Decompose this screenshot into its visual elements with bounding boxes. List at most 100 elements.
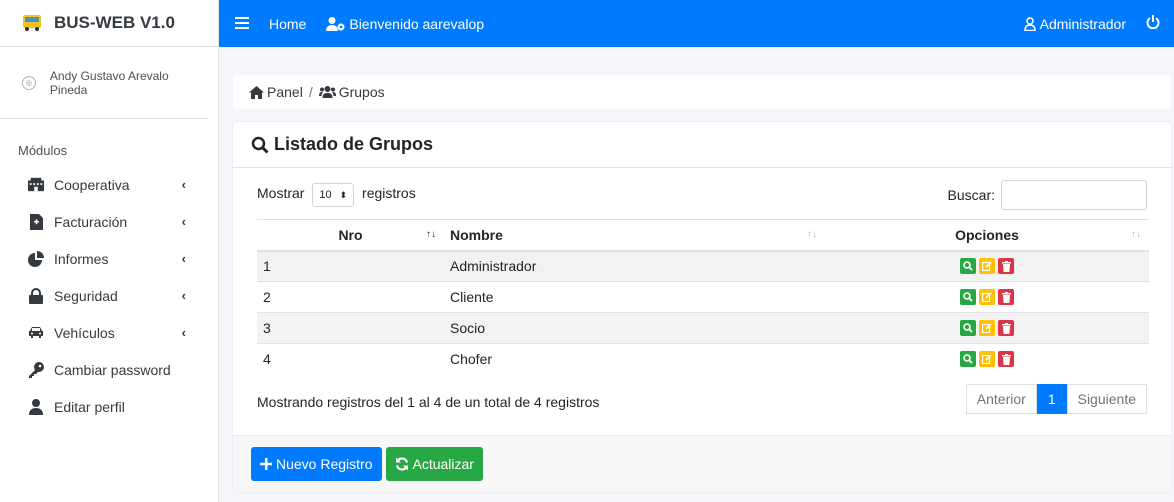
table-controls: Mostrar 10 ⬍ registros Buscar: — [257, 180, 1147, 210]
col-header-nombre[interactable]: Nombre ↑↓ — [444, 219, 825, 252]
card-title-label: Listado de Grupos — [274, 134, 434, 154]
topbar: Home Bienvenido aarevalop Administrador — [219, 0, 1174, 47]
card-footer: Nuevo Registro Actualizar — [233, 435, 1171, 492]
welcome-text: Bienvenido aarevalop — [326, 16, 484, 32]
edit-button[interactable] — [979, 351, 995, 368]
chevron-left-icon: ‹ — [181, 214, 186, 229]
edit-icon — [982, 323, 992, 333]
user-icon — [28, 398, 44, 415]
sidebar-item-cooperativa[interactable]: Cooperativa ‹ — [0, 166, 218, 203]
cell-nro: 1 — [257, 250, 444, 282]
users-cog-icon — [326, 16, 345, 31]
user-outline-icon — [1023, 16, 1036, 31]
chevron-left-icon: ‹ — [181, 177, 186, 192]
table-row: 2 Cliente — [257, 281, 1149, 313]
sidebar-item-cambiar-password[interactable]: Cambiar password — [0, 351, 218, 388]
col-header-label: Opciones — [955, 226, 1019, 243]
search-icon — [963, 323, 973, 333]
delete-button[interactable] — [998, 289, 1014, 305]
chevron-left-icon: ‹ — [181, 251, 186, 266]
view-button[interactable] — [960, 320, 976, 336]
edit-button[interactable] — [979, 258, 995, 275]
prev-page-button[interactable]: Anterior — [965, 384, 1037, 414]
search-input[interactable] — [1001, 180, 1147, 210]
trash-icon — [1001, 353, 1011, 365]
view-button[interactable] — [960, 258, 976, 275]
admin-menu[interactable]: Administrador — [1023, 15, 1126, 32]
sort-asc-icon: ↑↓ — [426, 229, 436, 240]
edit-icon — [982, 292, 992, 302]
sidebar-item-label: Cambiar password — [54, 361, 171, 378]
search-control: Buscar: — [948, 180, 1147, 210]
user-panel[interactable]: ◎ Andy Gustavo Arevalo Pineda — [0, 47, 208, 119]
sidebar-item-editar-perfil[interactable]: Editar perfil — [0, 388, 218, 425]
breadcrumb-separator: / — [308, 84, 313, 100]
cell-opciones — [825, 250, 1149, 282]
trash-icon — [1001, 322, 1011, 334]
col-header-label: Nombre — [450, 226, 503, 243]
cell-nombre: Socio — [444, 312, 825, 344]
pagination: Anterior 1 Siguiente — [965, 384, 1147, 414]
avatar: ◎ — [22, 75, 36, 90]
col-header-opciones[interactable]: Opciones ↑↓ — [825, 219, 1149, 252]
delete-button[interactable] — [998, 320, 1014, 336]
sidebar-item-informes[interactable]: Informes ‹ — [0, 240, 218, 277]
user-name: Andy Gustavo Arevalo Pineda — [49, 68, 169, 97]
refresh-button[interactable]: Actualizar — [385, 447, 483, 481]
file-invoice-icon — [28, 213, 44, 230]
chevron-left-icon: ‹ — [181, 325, 186, 340]
page-1-button[interactable]: 1 — [1036, 384, 1067, 414]
chevron-left-icon: ‹ — [181, 288, 186, 303]
cell-nro: 3 — [257, 312, 444, 344]
home-link[interactable]: Home — [269, 16, 306, 32]
sidebar-item-facturacion[interactable]: Facturación ‹ — [0, 203, 218, 240]
sidebar-item-label: Editar perfil — [54, 398, 125, 415]
page-length-select[interactable]: 10 ⬍ — [312, 183, 355, 207]
new-record-button[interactable]: Nuevo Registro — [251, 447, 382, 481]
cell-nro: 4 — [257, 343, 444, 375]
trash-icon — [1001, 291, 1011, 303]
breadcrumb-panel[interactable]: Panel — [267, 84, 303, 100]
next-page-button[interactable]: Siguiente — [1066, 384, 1147, 414]
show-label: Mostrar — [257, 185, 305, 201]
sidebar-item-label: Informes — [54, 250, 109, 267]
breadcrumb-current: Grupos — [338, 84, 385, 100]
page-length-value: 10 — [319, 189, 332, 201]
table-row: 3 Socio — [257, 312, 1149, 344]
admin-label: Administrador — [1039, 15, 1126, 32]
groups-card: Listado de Grupos Mostrar 10 ⬍ registros… — [233, 122, 1171, 492]
view-button[interactable] — [960, 289, 976, 305]
nav-header: Módulos — [18, 143, 68, 158]
card-header: Listado de Grupos — [233, 122, 1171, 168]
search-icon — [963, 261, 973, 271]
table-header-row: Nro ↑↓ Nombre ↑↓ Opciones ↑↓ — [257, 219, 1149, 252]
search-icon — [963, 354, 973, 364]
sidebar-item-label: Vehículos — [54, 324, 115, 341]
pie-chart-icon — [28, 250, 44, 267]
sidebar-item-label: Cooperativa — [54, 176, 130, 193]
table-row: 1 Administrador — [257, 250, 1149, 282]
cell-opciones — [825, 281, 1149, 313]
key-icon — [28, 361, 44, 378]
car-icon — [28, 325, 44, 341]
cell-nombre: Administrador — [444, 250, 825, 282]
col-header-label: Nro — [338, 226, 363, 243]
view-button[interactable] — [960, 351, 976, 368]
sidebar-item-vehiculos[interactable]: Vehículos ‹ — [0, 314, 218, 351]
sidebar-item-seguridad[interactable]: Seguridad ‹ — [0, 277, 218, 314]
building-icon — [28, 177, 44, 193]
delete-button[interactable] — [998, 258, 1014, 275]
groups-table: Nro ↑↓ Nombre ↑↓ Opciones ↑↓ 1 Administr… — [257, 219, 1149, 375]
brand[interactable]: BUS-WEB V1.0 — [0, 0, 218, 47]
hamburger-icon[interactable] — [235, 16, 249, 32]
edit-button[interactable] — [979, 320, 995, 336]
cell-nombre: Cliente — [444, 281, 825, 313]
welcome-label: Bienvenido aarevalop — [349, 15, 485, 32]
delete-button[interactable] — [998, 351, 1014, 368]
sidebar-item-label: Facturación — [54, 213, 128, 230]
col-header-nro[interactable]: Nro ↑↓ — [257, 219, 444, 252]
brand-title: BUS-WEB V1.0 — [54, 13, 175, 32]
lock-icon — [28, 287, 44, 304]
power-icon[interactable] — [1146, 15, 1160, 32]
edit-button[interactable] — [979, 289, 995, 305]
